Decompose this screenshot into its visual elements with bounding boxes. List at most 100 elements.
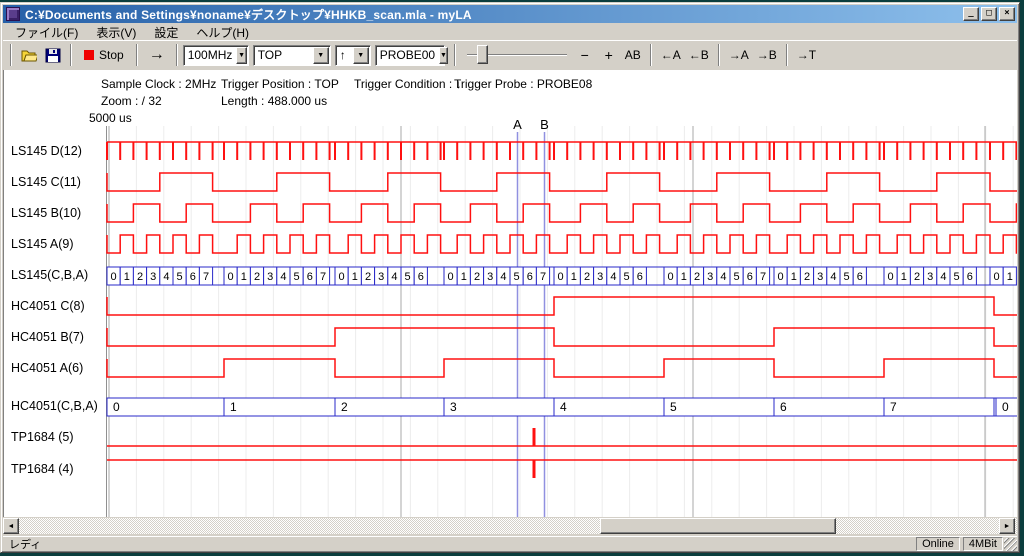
svg-text:5: 5	[177, 271, 183, 283]
channel-label: TP1684 (5)	[11, 430, 74, 444]
menu-view[interactable]: 表示(V)	[87, 23, 145, 42]
open-folder-icon	[21, 48, 37, 63]
toolbar-separator	[650, 44, 652, 66]
trigger-position-select[interactable]: TOP ▼	[253, 45, 331, 66]
svg-text:5000 us: 5000 us	[89, 111, 132, 125]
horizontal-scrollbar[interactable]: ◄ ►	[3, 518, 1017, 534]
svg-text:0: 0	[448, 271, 454, 283]
svg-text:2: 2	[365, 271, 371, 283]
svg-text:1: 1	[241, 271, 247, 283]
wave-ls145-b-10-	[107, 204, 1017, 222]
channel-label: HC4051(C,B,A)	[11, 399, 98, 413]
channel-label: LS145 C(11)	[11, 175, 81, 189]
trigger-edge-select[interactable]: ↑ ▼	[335, 45, 371, 66]
maximize-button[interactable]: □	[981, 7, 997, 21]
toolbar-separator	[718, 44, 720, 66]
ab-range-button[interactable]: AB	[621, 44, 645, 66]
menu-file[interactable]: ファイル(F)	[6, 23, 87, 42]
chevron-down-icon[interactable]: ▼	[236, 47, 246, 64]
svg-text:2: 2	[137, 271, 143, 283]
wave-hc4051-c-8-	[107, 297, 1017, 315]
zoom-in-button[interactable]: +	[597, 44, 621, 66]
svg-text:3: 3	[707, 271, 713, 283]
svg-text:A: A	[513, 117, 522, 132]
svg-text:6: 6	[527, 271, 533, 283]
svg-text:1: 1	[352, 271, 358, 283]
wave-ls145-c-b-a-: 0123456701234567012345601234567012345601…	[107, 267, 1017, 285]
svg-text:6: 6	[780, 400, 787, 414]
sample-rate-select[interactable]: 100MHz ▼	[183, 45, 249, 66]
channel-label: LS145 D(12)	[11, 144, 82, 158]
wave-tp1684-5-	[107, 428, 1017, 446]
stop-label: Stop	[99, 48, 124, 62]
svg-text:0: 0	[113, 400, 120, 414]
channel-label: HC4051 A(6)	[11, 361, 83, 375]
svg-text:0: 0	[888, 271, 894, 283]
svg-text:6: 6	[857, 271, 863, 283]
svg-text:B: B	[540, 117, 549, 132]
minimize-button[interactable]: _	[963, 7, 979, 21]
svg-text:2: 2	[341, 400, 348, 414]
slider-handle[interactable]	[477, 45, 488, 64]
status-memory-badge: 4MBit	[963, 537, 1003, 551]
svg-text:7: 7	[760, 271, 766, 283]
channel-label: LS145 B(10)	[11, 206, 81, 220]
svg-text:2: 2	[254, 271, 260, 283]
goto-cursor-b-left-button[interactable]: ←B	[685, 44, 713, 66]
svg-text:7: 7	[203, 271, 209, 283]
svg-text:0: 0	[778, 271, 784, 283]
svg-text:5: 5	[624, 271, 630, 283]
svg-text:1: 1	[791, 271, 797, 283]
scrollbar-thumb[interactable]	[600, 518, 836, 534]
menu-settings[interactable]: 設定	[145, 23, 187, 42]
toolbar: Stop → 100MHz ▼ TOP ▼ ↑ ▼ PROBE00 ▼ − + …	[3, 40, 1017, 69]
goto-cursor-b-right-button[interactable]: →B	[753, 44, 781, 66]
svg-text:4: 4	[280, 271, 286, 283]
stop-square-icon	[84, 50, 94, 60]
floppy-disk-icon	[45, 48, 61, 63]
chevron-down-icon[interactable]: ▼	[353, 47, 369, 64]
scroll-left-button[interactable]: ◄	[3, 518, 19, 534]
zoom-slider[interactable]	[467, 44, 567, 66]
wave-hc4051-c-b-a-: 012345670	[107, 398, 1017, 416]
menu-help[interactable]: ヘルプ(H)	[187, 23, 258, 42]
svg-text:0: 0	[668, 271, 674, 283]
close-button[interactable]: ×	[999, 7, 1015, 21]
status-bar: レディ Online 4MBit	[3, 536, 1017, 551]
svg-text:4: 4	[830, 271, 836, 283]
svg-text:3: 3	[597, 271, 603, 283]
scroll-right-button[interactable]: ►	[999, 518, 1015, 534]
channel-label: LS145 A(9)	[11, 237, 74, 251]
grid: 5000 us	[89, 111, 1013, 517]
svg-text:6: 6	[637, 271, 643, 283]
trigger-probe-select[interactable]: PROBE00 ▼	[375, 45, 445, 66]
svg-text:6: 6	[307, 271, 313, 283]
svg-text:3: 3	[927, 271, 933, 283]
svg-text:1: 1	[901, 271, 907, 283]
cursor-a[interactable]: A	[513, 117, 522, 517]
goto-trigger-button[interactable]: →T	[793, 44, 820, 66]
channel-label: TP1684 (4)	[11, 462, 74, 476]
goto-cursor-a-left-button[interactable]: ←A	[657, 44, 685, 66]
zoom-out-button[interactable]: −	[573, 44, 597, 66]
toolbar-separator	[176, 44, 178, 66]
run-button[interactable]: →	[143, 44, 171, 66]
toolbar-separator	[786, 44, 788, 66]
channel-label: LS145(C,B,A)	[11, 268, 88, 282]
waveform-client-area: Sample Clock : 2MHz Trigger Position : T…	[3, 70, 1017, 517]
save-button[interactable]	[41, 44, 65, 66]
title-bar[interactable]: C:¥Documents and Settings¥noname¥デスクトップ¥…	[3, 5, 1017, 23]
channel-label: HC4051 B(7)	[11, 330, 84, 344]
svg-text:2: 2	[474, 271, 480, 283]
chevron-down-icon[interactable]: ▼	[313, 47, 329, 64]
svg-text:6: 6	[418, 271, 424, 283]
svg-text:6: 6	[190, 271, 196, 283]
svg-text:5: 5	[844, 271, 850, 283]
resize-grip-icon[interactable]	[1004, 538, 1017, 551]
svg-text:1: 1	[124, 271, 130, 283]
goto-cursor-a-right-button[interactable]: →A	[725, 44, 753, 66]
open-file-button[interactable]	[17, 44, 41, 66]
stop-button[interactable]: Stop	[77, 44, 131, 66]
window-title: C:¥Documents and Settings¥noname¥デスクトップ¥…	[25, 6, 961, 23]
chevron-down-icon[interactable]: ▼	[439, 47, 448, 64]
